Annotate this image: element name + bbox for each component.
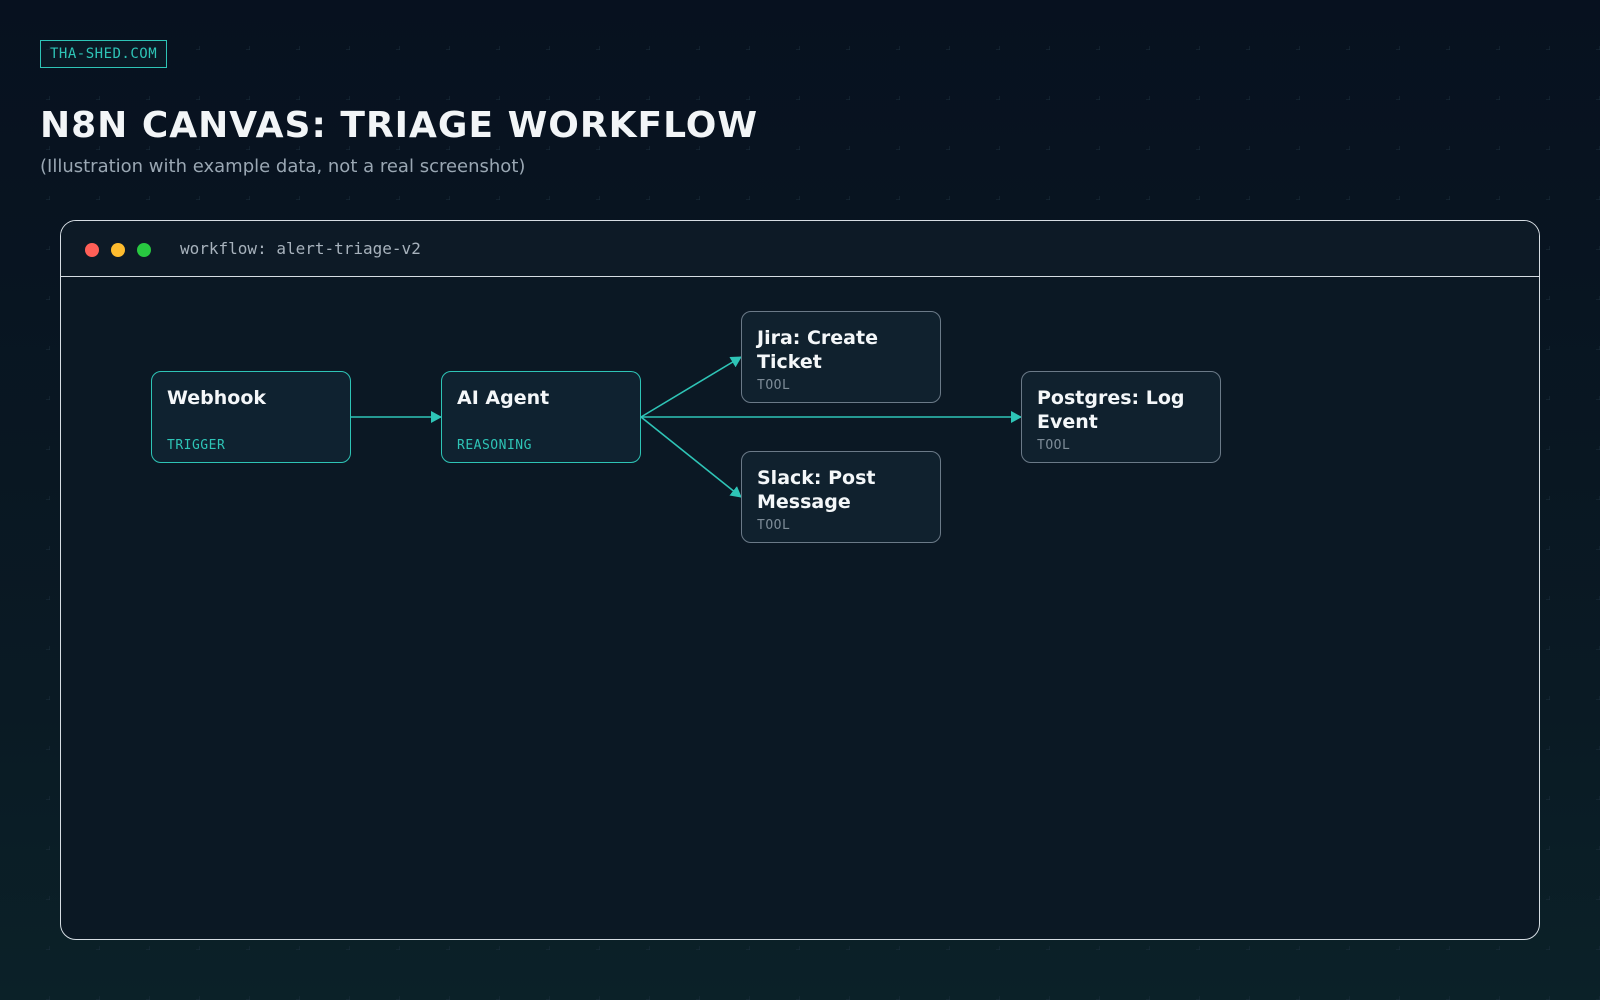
node-type-badge: TRIGGER bbox=[167, 438, 226, 453]
node-type-badge: TOOL bbox=[757, 378, 791, 393]
node-slack-post-message[interactable]: Slack: Post Message TOOL bbox=[741, 451, 941, 543]
node-label: Webhook bbox=[167, 387, 267, 409]
connection-ai-agent-to-jira[interactable] bbox=[640, 356, 742, 418]
node-label: AI Agent bbox=[457, 387, 550, 409]
node-label: Jira: Create Ticket bbox=[757, 327, 878, 373]
node-type-badge: TOOL bbox=[1037, 438, 1071, 453]
close-window-button[interactable] bbox=[85, 243, 99, 257]
workflow-window: workflow: alert-triage-v2 Webhook TRIGGE… bbox=[60, 220, 1540, 940]
node-label: Postgres: Log Event bbox=[1037, 387, 1185, 433]
window-titlebar: workflow: alert-triage-v2 bbox=[61, 221, 1539, 277]
node-webhook[interactable]: Webhook TRIGGER bbox=[151, 371, 351, 463]
node-jira-create-ticket[interactable]: Jira: Create Ticket TOOL bbox=[741, 311, 941, 403]
page-title: N8N CANVAS: TRIAGE WORKFLOW bbox=[40, 105, 759, 146]
connection-ai-agent-to-slack[interactable] bbox=[640, 416, 742, 498]
node-type-badge: TOOL bbox=[757, 518, 791, 533]
workflow-canvas[interactable]: Webhook TRIGGER AI Agent REASONING Jira:… bbox=[61, 277, 1539, 939]
minimize-window-button[interactable] bbox=[111, 243, 125, 257]
maximize-window-button[interactable] bbox=[137, 243, 151, 257]
node-label: Slack: Post Message bbox=[757, 467, 876, 513]
window-title: workflow: alert-triage-v2 bbox=[180, 239, 421, 258]
brand-badge[interactable]: THA-SHED.COM bbox=[40, 40, 168, 68]
page-subtitle: (Illustration with example data, not a r… bbox=[40, 156, 526, 177]
node-ai-agent[interactable]: AI Agent REASONING bbox=[441, 371, 641, 463]
node-type-badge: REASONING bbox=[457, 438, 532, 453]
node-postgres-log-event[interactable]: Postgres: Log Event TOOL bbox=[1021, 371, 1221, 463]
